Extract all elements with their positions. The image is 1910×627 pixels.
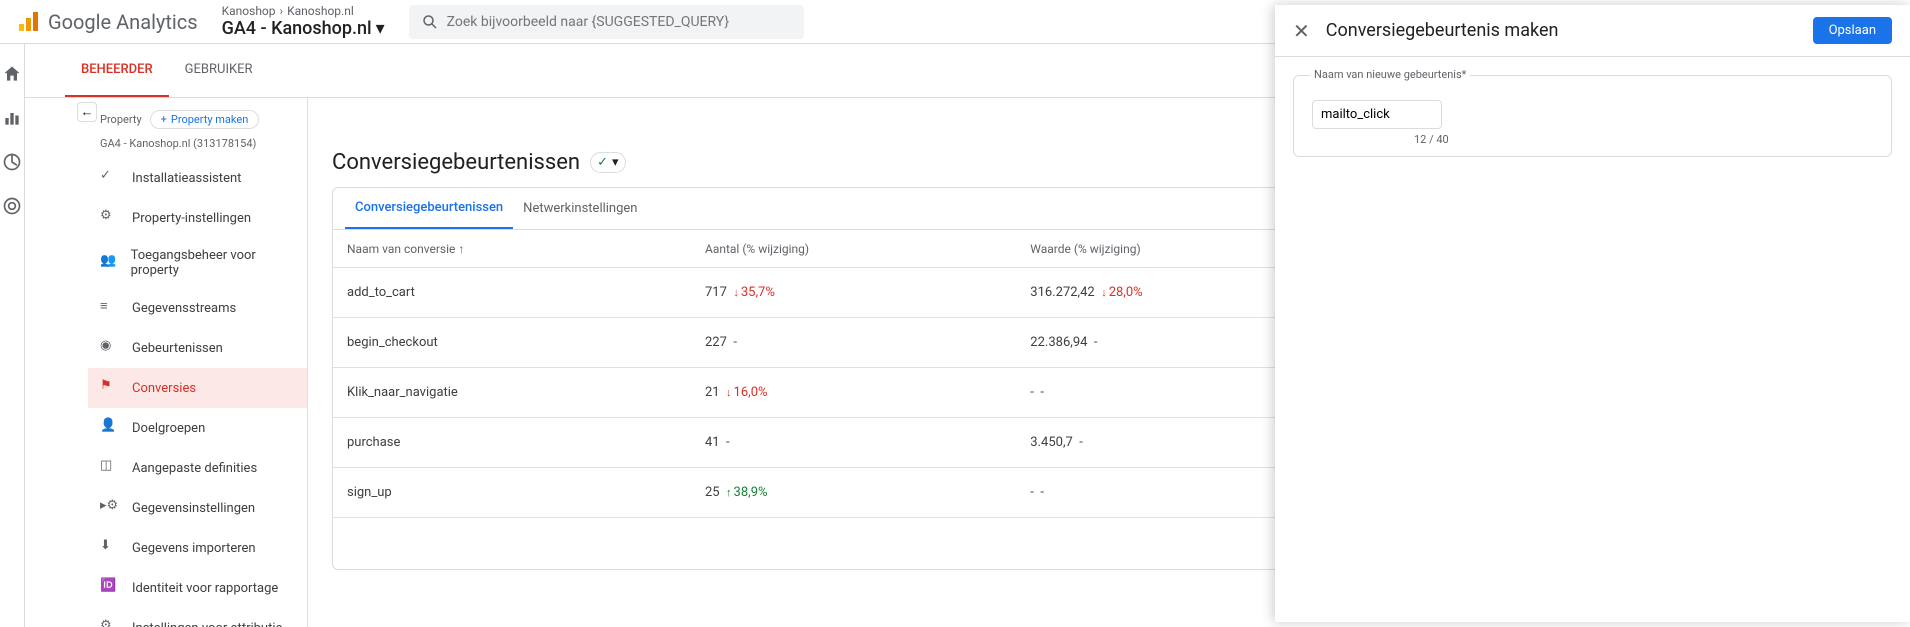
sidebar-item-4[interactable]: ◉ Gebeurtenissen <box>88 328 307 368</box>
sidebar-item-label: Installatieassistent <box>132 171 241 186</box>
sidebar-icon: ◉ <box>100 338 120 358</box>
breadcrumb[interactable]: Kanoshop › Kanoshop.nl GA4 - Kanoshop.nl… <box>222 4 385 39</box>
char-count: 12 / 40 <box>1414 133 1873 146</box>
search-box[interactable] <box>409 5 804 39</box>
property-label: Property <box>100 113 142 126</box>
sidebar-item-0[interactable]: ✓ Installatieassistent <box>88 158 307 198</box>
create-event-drawer: ✕ Conversiegebeurtenis maken Opslaan Naa… <box>1275 5 1910 622</box>
breadcrumb-main: GA4 - Kanoshop.nl <box>222 18 372 39</box>
brand-logo[interactable]: Google Analytics <box>16 10 198 34</box>
plus-icon: + <box>161 113 167 126</box>
sidebar-item-7[interactable]: ◫ Aangepaste definities <box>88 448 307 488</box>
cell-name: add_to_cart <box>333 268 691 318</box>
sidebar-icon: ⬇ <box>100 538 120 558</box>
cell-name: Klik_naar_navigatie <box>333 368 691 418</box>
sidebar-item-3[interactable]: ≡ Gegevensstreams <box>88 288 307 328</box>
filter-chip[interactable]: ✓ ▾ <box>590 152 625 173</box>
cell-name: sign_up <box>333 468 691 518</box>
sidebar-item-6[interactable]: 👤 Doelgroepen <box>88 408 307 448</box>
sidebar-icon: 👥 <box>100 253 119 273</box>
cell-count: 41 - <box>691 418 1016 468</box>
sidebar-item-label: Identiteit voor rapportage <box>132 581 278 596</box>
arrow-left-icon: ← <box>81 104 94 120</box>
explore-icon[interactable] <box>2 152 22 172</box>
sidebar-item-label: Property-instellingen <box>132 211 251 226</box>
sort-asc-icon: ↑ <box>458 242 464 256</box>
sidebar-icon: 👤 <box>100 418 120 438</box>
sidebar-icon: 🆔 <box>100 578 120 598</box>
cell-count: 21 ↓16,0% <box>691 368 1016 418</box>
tab-network[interactable]: Netwerkinstellingen <box>513 189 647 228</box>
sidebar-icon: ◫ <box>100 458 120 478</box>
page-title: Conversiegebeurtenissen <box>332 150 580 175</box>
caret-down-icon: ▾ <box>612 155 619 170</box>
home-icon[interactable] <box>2 64 22 84</box>
breadcrumb-parent: Kanoshop <box>222 4 276 18</box>
cell-count: 717 ↓35,7% <box>691 268 1016 318</box>
event-name-input[interactable] <box>1312 100 1442 129</box>
cell-name: begin_checkout <box>333 318 691 368</box>
advertising-icon[interactable] <box>2 196 22 216</box>
sidebar-icon: ≡ <box>100 298 120 318</box>
cell-count: 227 - <box>691 318 1016 368</box>
analytics-icon <box>16 10 40 34</box>
sidebar-item-label: Gegevensstreams <box>132 301 236 316</box>
tab-conversions[interactable]: Conversiegebeurtenissen <box>345 188 513 229</box>
property-sidebar: Property + Property maken GA4 - Kanoshop… <box>88 98 308 627</box>
sidebar-item-5[interactable]: ⚑ Conversies <box>88 368 307 408</box>
brand-text: Google Analytics <box>48 10 198 34</box>
sidebar-item-label: Gegevensinstellingen <box>132 501 255 516</box>
sidebar-item-label: Doelgroepen <box>132 421 205 436</box>
sidebar-icon: ✓ <box>100 168 120 188</box>
cell-name: purchase <box>333 418 691 468</box>
event-name-field: Naam van nieuwe gebeurtenis* 12 / 40 <box>1293 75 1892 157</box>
search-icon <box>421 13 439 31</box>
sidebar-icon: ▸⚙ <box>100 498 120 518</box>
sidebar-item-11[interactable]: ⚙ Instellingen voor attributie <box>88 608 307 627</box>
sidebar-icon: ⚙ <box>100 618 120 627</box>
sidebar-icon: ⚑ <box>100 378 120 398</box>
save-button[interactable]: Opslaan <box>1813 17 1892 44</box>
property-id: GA4 - Kanoshop.nl (313178154) <box>88 137 307 158</box>
cell-count: 25 ↑38,9% <box>691 468 1016 518</box>
tab-user[interactable]: GEBRUIKER <box>169 44 269 97</box>
sidebar-item-label: Toegangsbeheer voor property <box>131 248 295 278</box>
check-icon: ✓ <box>597 155 608 170</box>
sidebar-item-1[interactable]: ⚙ Property-instellingen <box>88 198 307 238</box>
breadcrumb-child: Kanoshop.nl <box>287 4 354 18</box>
sidebar-item-label: Conversies <box>132 381 196 396</box>
back-button[interactable]: ← <box>77 102 97 122</box>
sidebar-item-label: Gebeurtenissen <box>132 341 223 356</box>
col-count[interactable]: Aantal (% wijziging) <box>691 230 1016 268</box>
chevron-right-icon: › <box>280 4 284 18</box>
create-property-button[interactable]: + Property maken <box>150 110 260 129</box>
caret-down-icon: ▾ <box>376 18 385 39</box>
nav-rail <box>0 44 25 627</box>
col-name[interactable]: Naam van conversie ↑ <box>333 230 691 268</box>
sidebar-icon: ⚙ <box>100 208 120 228</box>
sidebar-item-9[interactable]: ⬇ Gegevens importeren <box>88 528 307 568</box>
tab-admin[interactable]: BEHEERDER <box>65 44 169 97</box>
search-input[interactable] <box>447 14 792 30</box>
drawer-title: Conversiegebeurtenis maken <box>1326 20 1797 41</box>
reports-icon[interactable] <box>2 108 22 128</box>
sidebar-item-2[interactable]: 👥 Toegangsbeheer voor property <box>88 238 307 288</box>
sidebar-item-10[interactable]: 🆔 Identiteit voor rapportage <box>88 568 307 608</box>
sidebar-item-label: Aangepaste definities <box>132 461 257 476</box>
sidebar-item-label: Gegevens importeren <box>132 541 256 556</box>
sidebar-item-label: Instellingen voor attributie <box>132 621 282 627</box>
close-icon[interactable]: ✕ <box>1293 19 1310 43</box>
field-label: Naam van nieuwe gebeurtenis* <box>1310 68 1470 81</box>
sidebar-item-8[interactable]: ▸⚙ Gegevensinstellingen <box>88 488 307 528</box>
